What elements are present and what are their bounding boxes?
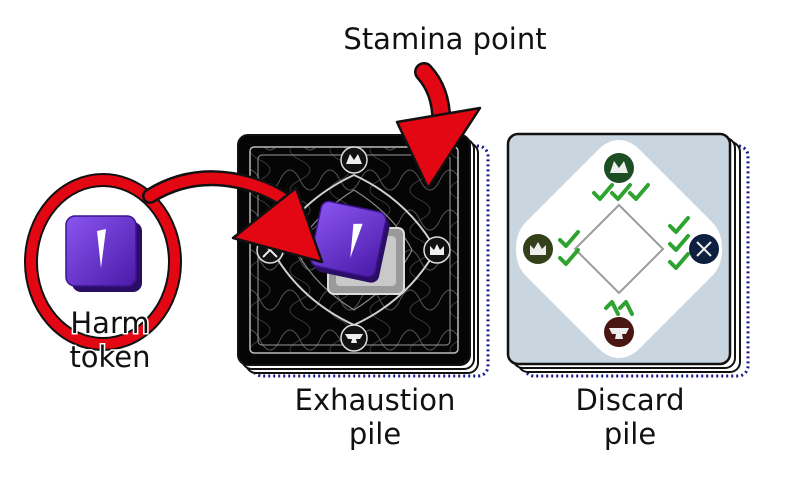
discard-pile-text-line1: Discard [575,383,685,417]
stamina-point-label: Stamina point [300,22,590,56]
exhaustion-pile-text-line1: Exhaustion [294,383,456,417]
stamina-point-text: Stamina point [343,22,547,56]
discard-pile [506,132,750,378]
placed-harm-token [309,200,390,283]
harm-token-source [65,215,142,292]
exhaustion-pile-text-line2: pile [348,417,402,451]
harm-token-text-line2: token [68,339,152,376]
discard-pile-label: Discard pile [530,383,730,451]
exhaustion-pile-label: Exhaustion pile [260,383,490,451]
harm-token-label: Harm token [40,305,180,376]
harm-token-text-line1: Harm [69,305,151,342]
discard-pile-text-line2: pile [603,417,657,451]
